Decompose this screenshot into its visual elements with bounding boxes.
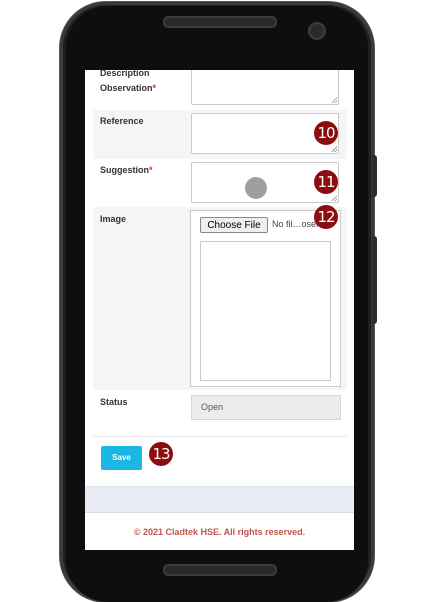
top-speaker: [163, 16, 277, 28]
description-label: Description: [100, 70, 150, 78]
image-preview: [200, 241, 331, 381]
status-label: Status: [100, 397, 128, 407]
status-field: Open: [191, 395, 341, 420]
step-badge-13: 13: [149, 442, 173, 466]
required-mark: *: [152, 83, 157, 93]
suggestion-label: Suggestion*: [100, 163, 153, 178]
description-observation-label: Description Observation*: [100, 70, 156, 96]
form-divider: [93, 436, 347, 437]
touch-indicator-icon: [245, 177, 267, 199]
resize-handle-icon[interactable]: [331, 146, 337, 152]
observation-label: Observation: [100, 83, 153, 93]
resize-handle-icon[interactable]: [331, 97, 337, 103]
front-camera-icon: [308, 22, 326, 40]
step-badge-11: 11: [314, 170, 338, 194]
footer-copyright: © 2021 Cladtek HSE. All rights reserved.: [85, 512, 354, 550]
step-badge-12: 12: [314, 205, 338, 229]
image-label: Image: [100, 214, 127, 224]
save-button[interactable]: Save: [101, 446, 142, 470]
power-button: [372, 155, 377, 197]
reference-label: Reference: [100, 116, 144, 126]
volume-button: [372, 236, 377, 324]
suggestion-label-text: Suggestion: [100, 165, 149, 175]
content-bottom-band: [85, 486, 354, 513]
step-badge-10: 10: [314, 121, 338, 145]
choose-file-button[interactable]: Choose File: [200, 217, 268, 233]
description-observation-textarea[interactable]: [191, 70, 339, 105]
required-mark: *: [149, 165, 153, 175]
bottom-speaker: [163, 564, 277, 576]
resize-handle-icon[interactable]: [331, 195, 337, 201]
phone-screen: Description Observation* Reference 10 Su…: [85, 70, 354, 550]
